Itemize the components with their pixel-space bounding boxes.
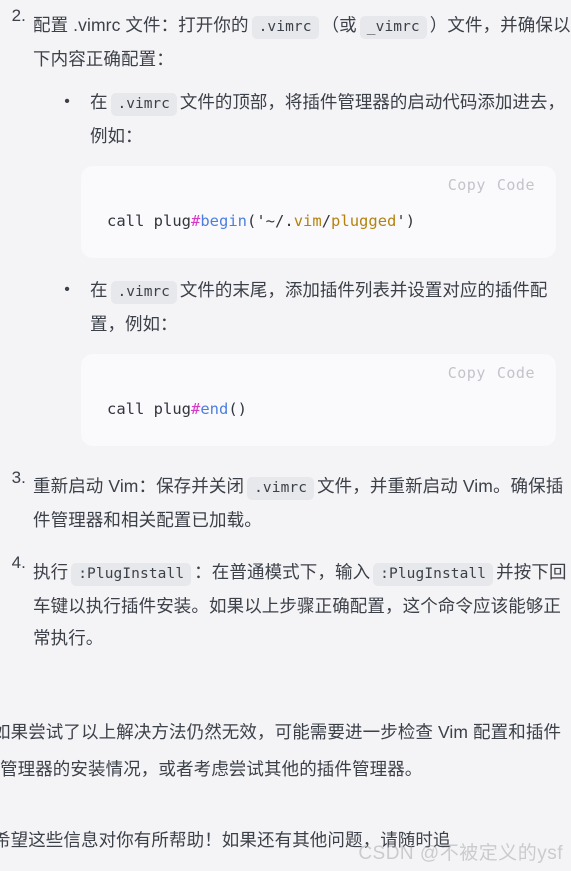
copy-button[interactable]: Copy <box>448 364 486 382</box>
code-token: ') <box>396 212 416 230</box>
code-token: vim <box>293 212 322 230</box>
code-token: ('~/. <box>247 212 294 230</box>
step4-text-mid: ：在普通模式下，输入 <box>194 562 371 582</box>
ordered-list-item-4: 4. 执行:PlugInstall ：在普通模式下，输入:PlugInstall 并… <box>0 547 571 654</box>
sub2-text-before: 在 <box>90 280 108 300</box>
step4-text-before: 执行 <box>33 562 69 582</box>
list-item-body: 配置 .vimrc 文件：打开你的 .vimrc （或 _vimrc ）文件，并确保以下… <box>33 9 571 75</box>
inline-code-pluginstall: :PlugInstall <box>71 563 192 586</box>
code-token: () <box>228 400 248 418</box>
code-token: call plug <box>107 212 191 230</box>
ordered-list-item-3: 3. 重新启动 Vim：保存并关闭 .vimrc 文件，并重新启动 Vim。确保插件… <box>0 462 571 536</box>
answer-content-page: 2. 配置 .vimrc 文件：打开你的 .vimrc （或 _vimrc ）文件，并确… <box>0 0 571 871</box>
list-item-body: 执行:PlugInstall ：在普通模式下，输入:PlugInstall 并按下回… <box>33 556 571 654</box>
step2-text-before: 配置 .vimrc 文件：打开你的 <box>33 15 249 35</box>
inline-code-vimrc: .vimrc <box>251 16 319 39</box>
bullet-list-item-2: • 在 .vimrc 文件的末尾，添加插件列表并设置对应的插件配置，例如： <box>62 274 571 340</box>
code-content: call plug#begin('~/.vim/plugged') <box>107 210 415 232</box>
inline-code-vimrc: .vimrc <box>110 93 177 116</box>
bullet-point-icon: • <box>64 281 70 298</box>
code-token: / <box>321 212 332 230</box>
copy-button[interactable]: Copy <box>448 176 486 194</box>
code-language-label[interactable]: Code <box>497 364 535 382</box>
step2-text-mid: （或 <box>321 15 357 35</box>
inline-code-vimrc: .vimrc <box>247 477 315 500</box>
code-language-label[interactable]: Code <box>497 176 535 194</box>
bullet-point-icon: • <box>64 93 70 110</box>
closing-paragraph-1: 如果尝试了以上解决方法仍然无效，可能需要进一步检查 Vim 配置和插件管理器的安… <box>0 722 562 779</box>
list-marker: 4. <box>11 553 26 572</box>
code-token: call plug <box>107 400 191 418</box>
list-marker: 3. <box>11 468 26 487</box>
code-block-plug-end: Copy Code call plug#end() <box>81 354 556 446</box>
sub1-text-before: 在 <box>90 92 108 112</box>
list-marker: 2. <box>11 6 26 25</box>
ordered-list-item-2: 2. 配置 .vimrc 文件：打开你的 .vimrc （或 _vimrc ）文件，并确… <box>0 0 571 75</box>
code-block-plug-begin: Copy Code call plug#begin('~/.vim/plugged… <box>81 166 556 258</box>
inline-code-underscore-vimrc: _vimrc <box>359 16 427 39</box>
closing-paragraph-2: 希望这些信息对你有所帮助！如果还有其他问题，请随时追 <box>0 830 451 850</box>
code-content: call plug#end() <box>107 398 247 420</box>
code-token: # <box>191 212 201 230</box>
code-block-toolbar: Copy Code <box>437 176 535 194</box>
step3-text-before: 重新启动 Vim：保存并关闭 <box>33 476 245 496</box>
bullet-list-item-1: • 在 .vimrc 文件的顶部，将插件管理器的启动代码添加进去，例如： <box>62 86 571 152</box>
code-token: begin <box>200 212 248 230</box>
list-item-body: 重新启动 Vim：保存并关闭 .vimrc 文件，并重新启动 Vim。确保插件管理器… <box>33 470 571 536</box>
inline-code-pluginstall: :PlugInstall <box>373 563 494 586</box>
code-block-toolbar: Copy Code <box>437 364 535 382</box>
code-token: # <box>191 400 201 418</box>
code-token: plugged <box>331 212 397 230</box>
inline-code-vimrc: .vimrc <box>110 281 177 304</box>
code-token: end <box>200 400 229 418</box>
